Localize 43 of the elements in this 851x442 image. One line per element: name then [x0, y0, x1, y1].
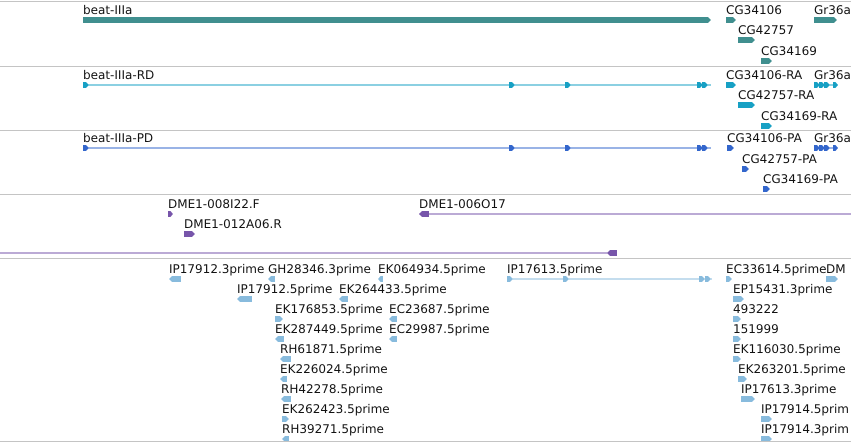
feature-label: DME1-006O17 — [419, 197, 506, 211]
feature-label: beat-IIIa-RD — [83, 68, 154, 82]
feature-label: Gr36a — [814, 68, 851, 82]
feature-label: RH61871.5prime — [280, 342, 382, 356]
feature-label: RH42278.5prime — [281, 382, 383, 396]
feature-label: EK176853.5prime — [275, 302, 383, 316]
feature-label: beat-IIIa-PD — [83, 131, 154, 145]
feature-label: CG42757-PA — [742, 152, 817, 166]
feature-label: CG34106-PA — [727, 131, 802, 145]
feature-label: CG34169 — [761, 44, 817, 58]
feature-label: EC33614.5prime — [726, 262, 827, 276]
feature-label: EK263201.5prime — [738, 362, 846, 376]
feature-label: EK064934.5prime — [378, 262, 486, 276]
feature-label: IP17912.3prime — [169, 262, 264, 276]
feature-label: DME1-008I22.F — [168, 197, 260, 211]
feature-label: CG34106-RA — [726, 68, 802, 82]
feature-label: EK264433.5prime — [339, 282, 447, 296]
feature-label: EP15431.3prime — [733, 282, 832, 296]
feature-label: CG42757 — [738, 23, 794, 37]
feature-label: Gr36a — [814, 3, 851, 17]
feature-label: beat-IIIa — [83, 3, 132, 17]
feature-label: 493222 — [733, 302, 779, 316]
feature-label: RH39271.5prime — [282, 422, 384, 436]
feature-label: EK226024.5prime — [280, 362, 388, 376]
feature-label: EK116030.5prime — [733, 342, 841, 356]
feature-label: IP17914.5prim — [761, 402, 849, 416]
feature-label: IP17914.3prim — [761, 422, 849, 436]
feature-label: GH28346.3prime — [268, 262, 371, 276]
feature-label: EK287449.5prime — [275, 322, 383, 336]
feature-label: CG34106 — [726, 3, 782, 17]
feature-label: DME1-012A06.R — [184, 217, 282, 231]
feature-label: CG34169-RA — [761, 109, 838, 123]
feature-label: CG42757-RA — [738, 88, 814, 102]
feature-label: DM — [826, 262, 846, 276]
feature-label: IP17912.5prime — [237, 282, 332, 296]
feature-label: IP17613.3prime — [741, 382, 836, 396]
feature-label: EC29987.5prime — [389, 322, 490, 336]
feature-label: CG34169-PA — [763, 172, 838, 186]
feature-label: 151999 — [733, 322, 779, 336]
feature-label: EK262423.5prime — [282, 402, 390, 416]
feature-label: Gr36a — [814, 131, 851, 145]
feature-label: EC23687.5prime — [389, 302, 490, 316]
feature-label: IP17613.5prime — [507, 262, 602, 276]
